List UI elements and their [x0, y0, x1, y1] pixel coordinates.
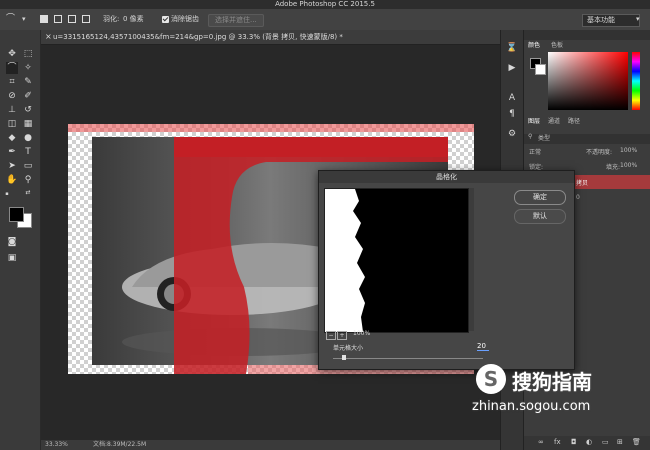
- color-picker-field[interactable]: [548, 52, 628, 110]
- lasso-tool-icon[interactable]: ⌒: [6, 62, 18, 74]
- screen-mode-icon[interactable]: ▣: [6, 252, 18, 264]
- tab-color[interactable]: 颜色: [528, 40, 540, 49]
- layer-kind-select[interactable]: 类型: [538, 133, 550, 142]
- antialias-checkbox[interactable]: 消除锯齿: [162, 14, 199, 25]
- link-layers-icon[interactable]: ∞: [538, 438, 544, 446]
- watermark: S 搜狗指南 zhinan.sogou.com: [470, 358, 650, 418]
- tab-paths[interactable]: 路径: [568, 116, 580, 125]
- document-tab-title: u=3315165124,4357100435&fm=214&gp=0.jpg …: [53, 33, 343, 41]
- chevron-down-icon[interactable]: ▾: [22, 14, 26, 25]
- layers-footer: ∞ fx ◘ ◐ ▭ ⊞ 🗑: [524, 436, 650, 450]
- intersect-selection-icon[interactable]: [82, 15, 90, 23]
- paragraph-panel-icon[interactable]: ¶: [506, 108, 518, 120]
- swap-colors-icon[interactable]: ⇄: [24, 190, 32, 196]
- eyedropper-tool-icon[interactable]: ✎: [22, 76, 34, 88]
- panel-background-swatch[interactable]: [535, 64, 546, 75]
- select-and-mask-button[interactable]: 选择并遮住...: [208, 14, 264, 27]
- move-tool-icon[interactable]: ✥: [6, 48, 18, 60]
- new-layer-icon[interactable]: ⊞: [617, 438, 623, 446]
- options-bar: ⌒ ▾ 羽化: 0 像素 消除锯齿 选择并遮住... 基本功能 ▾: [0, 9, 650, 31]
- actions-panel-icon[interactable]: ▶: [506, 62, 518, 74]
- fill-label: 填充:: [606, 164, 621, 171]
- workspace-chevron-icon[interactable]: ▾: [636, 14, 640, 25]
- subtract-selection-icon[interactable]: [68, 15, 76, 23]
- feather-input[interactable]: 0 像素: [123, 14, 144, 25]
- default-button[interactable]: 默认: [514, 209, 566, 224]
- quick-mask-icon[interactable]: ◙: [6, 236, 18, 248]
- document-tab[interactable]: × u=3315165124,4357100435&fm=214&gp=0.jp…: [41, 30, 523, 45]
- properties-panel-icon[interactable]: ⚙: [506, 128, 518, 140]
- quick-mask-overlay-top: [68, 124, 474, 132]
- healing-brush-icon[interactable]: ⊘: [6, 90, 18, 102]
- zoom-level[interactable]: 33.33%: [45, 440, 68, 450]
- rectangle-tool-icon[interactable]: ▭: [22, 160, 34, 172]
- blend-mode-select[interactable]: 正常: [529, 147, 541, 156]
- eraser-tool-icon[interactable]: ◫: [6, 118, 18, 130]
- layer-name: 0: [576, 194, 580, 201]
- brush-tool-icon[interactable]: ✐: [22, 90, 34, 102]
- blur-tool-icon[interactable]: ◆: [6, 132, 18, 144]
- cell-size-slider-thumb[interactable]: [342, 355, 346, 360]
- document-size: 文档:8.39M/22.5M: [93, 441, 147, 448]
- layer-mask-icon[interactable]: ◘: [571, 438, 577, 446]
- clone-stamp-icon[interactable]: ⊥: [6, 104, 18, 116]
- foreground-color-swatch[interactable]: [9, 207, 24, 222]
- history-brush-icon[interactable]: ↺: [22, 104, 34, 116]
- filter-search-icon[interactable]: ⚲: [528, 133, 532, 140]
- zoom-in-icon[interactable]: +: [337, 331, 347, 340]
- adjustment-layer-icon[interactable]: ◐: [586, 438, 592, 446]
- pen-tool-icon[interactable]: ✒: [6, 146, 18, 158]
- workspace-select[interactable]: 基本功能: [582, 14, 640, 27]
- dodge-tool-icon[interactable]: ●: [22, 132, 34, 144]
- color-panel-header: [524, 30, 650, 40]
- fx-icon[interactable]: fx: [554, 438, 561, 446]
- dialog-title: 晶格化: [319, 171, 574, 183]
- hand-tool-icon[interactable]: ✋: [6, 174, 18, 186]
- preview-zoom-value: 100%: [353, 330, 371, 337]
- fill-input[interactable]: 100%: [620, 162, 637, 169]
- cell-size-input[interactable]: 20: [477, 342, 489, 351]
- default-colors-icon[interactable]: ▪: [4, 192, 10, 197]
- dialog-preview[interactable]: [324, 188, 469, 333]
- opacity-input[interactable]: 100%: [620, 147, 637, 154]
- crystallize-dialog: 晶格化 − + 100% 确定 默认 单元格大小 20: [318, 170, 575, 370]
- cell-size-label: 单元格大小: [333, 345, 364, 352]
- zoom-out-icon[interactable]: −: [326, 331, 336, 340]
- gradient-tool-icon[interactable]: ▦: [22, 118, 34, 130]
- group-icon[interactable]: ▭: [602, 438, 609, 446]
- checkbox-checked-icon: [162, 15, 169, 23]
- new-selection-icon[interactable]: [40, 15, 48, 23]
- trash-icon[interactable]: 🗑: [632, 438, 641, 446]
- opacity-label: 不透明度:: [586, 149, 613, 156]
- window-title: Adobe Photoshop CC 2015.5: [0, 0, 650, 9]
- watermark-brand: 搜狗指南: [512, 370, 592, 394]
- magic-wand-tool-icon[interactable]: ✧: [22, 62, 34, 74]
- tab-layers[interactable]: 图层: [528, 116, 540, 125]
- marquee-tool-icon[interactable]: ⬚: [22, 48, 34, 60]
- path-selection-icon[interactable]: ➤: [6, 160, 18, 172]
- tab-channels[interactable]: 通道: [548, 116, 560, 125]
- ok-button[interactable]: 确定: [514, 190, 566, 205]
- cell-size-slider-track[interactable]: [333, 358, 483, 359]
- sogou-logo-icon: S: [476, 364, 506, 394]
- watermark-url: zhinan.sogou.com: [472, 399, 591, 414]
- tools-panel: ✥ ⬚ ⌒ ✧ ⌗ ✎ ⊘ ✐ ⊥ ↺ ◫ ▦ ◆ ● ✒ T ➤ ▭ ✋ ⚲ …: [0, 30, 41, 450]
- hue-slider[interactable]: [632, 52, 640, 110]
- tab-swatches[interactable]: 色板: [551, 40, 563, 49]
- type-tool-icon[interactable]: T: [22, 146, 34, 158]
- zoom-tool-icon[interactable]: ⚲: [22, 174, 34, 186]
- antialias-label: 消除锯齿: [171, 15, 199, 23]
- status-bar: 33.33% 文档:8.39M/22.5M: [41, 440, 523, 450]
- feather-label: 羽化:: [103, 15, 120, 23]
- close-tab-icon[interactable]: ×: [45, 30, 52, 44]
- preview-scrollbar[interactable]: [469, 188, 474, 331]
- preview-image: [325, 189, 365, 332]
- history-panel-icon[interactable]: ⌛: [506, 42, 518, 54]
- crop-tool-icon[interactable]: ⌗: [6, 76, 18, 88]
- add-selection-icon[interactable]: [54, 15, 62, 23]
- character-panel-icon[interactable]: A: [506, 92, 518, 104]
- lasso-tool-preset-icon[interactable]: ⌒: [6, 14, 15, 25]
- layer-name: 拷贝: [576, 180, 589, 187]
